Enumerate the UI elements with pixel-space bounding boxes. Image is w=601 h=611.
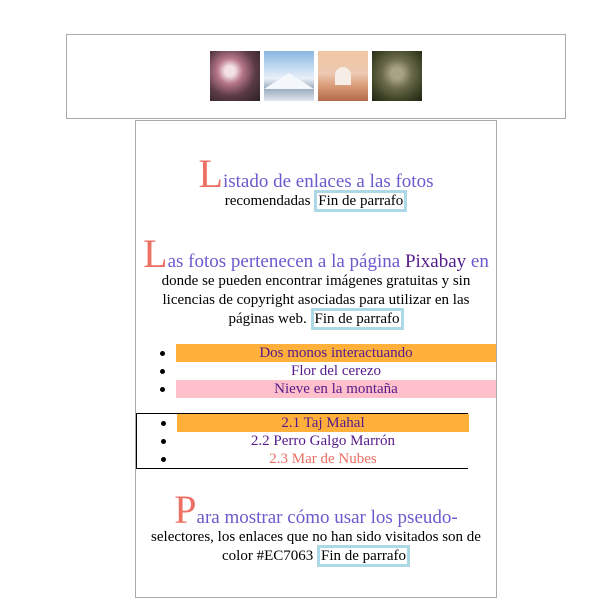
image-gallery bbox=[66, 34, 566, 119]
bullet-icon bbox=[160, 351, 165, 356]
end-of-paragraph-marker: Fin de parrafo bbox=[310, 308, 404, 330]
nested-photo-links-list: 2.1 Taj Mahal 2.2 Perro Galgo Marrón 2.3… bbox=[136, 413, 469, 469]
pseudo-selectors-heading: Para mostrar cómo usar los pseudo- bbox=[174, 487, 458, 532]
bullet-icon bbox=[161, 457, 166, 462]
list-item: Flor del cerezo bbox=[136, 362, 496, 380]
bullet-icon bbox=[160, 369, 165, 374]
pixabay-paragraph: Las fotos pertenecen a la página Pixabay… bbox=[137, 231, 495, 330]
content-panel: Listado de enlaces a las fotos recomenda… bbox=[135, 120, 497, 598]
snowy-mountain-photo[interactable] bbox=[264, 51, 314, 101]
links-paragraph: Listado de enlaces a las fotos recomenda… bbox=[137, 151, 495, 212]
drop-cap: P bbox=[174, 487, 197, 532]
list-item: Nieve en la montaña bbox=[136, 380, 496, 398]
photo-link[interactable]: Nieve en la montaña bbox=[176, 380, 496, 398]
photo-link[interactable]: 2.1 Taj Mahal bbox=[177, 414, 469, 432]
links-heading: Listado de enlaces a las fotos bbox=[198, 151, 434, 196]
photo-link[interactable]: Flor del cerezo bbox=[176, 362, 496, 380]
pixabay-heading: Las fotos pertenecen a la página Pixabay… bbox=[143, 231, 489, 276]
list-item: Dos monos interactuando bbox=[136, 344, 496, 362]
pseudo-selectors-paragraph: Para mostrar cómo usar los pseudo- selec… bbox=[137, 487, 495, 567]
drop-cap: L bbox=[198, 151, 223, 196]
bullet-icon bbox=[161, 439, 166, 444]
monkeys-photo[interactable] bbox=[372, 51, 422, 101]
pixabay-link[interactable]: Pixabay bbox=[405, 251, 466, 272]
drop-cap: L bbox=[143, 231, 168, 276]
paragraph-text: selectores, los enlaces que no han sido … bbox=[151, 529, 481, 564]
bullet-icon bbox=[160, 387, 165, 392]
list-item: 2.2 Perro Galgo Marrón bbox=[137, 432, 469, 450]
paragraph-text: recomendadas bbox=[224, 193, 311, 209]
end-of-paragraph-marker: Fin de parrafo bbox=[317, 545, 410, 567]
list-item: 2.3 Mar de Nubes bbox=[137, 450, 469, 468]
bullet-icon bbox=[161, 421, 166, 426]
cherry-blossom-photo[interactable] bbox=[210, 51, 260, 101]
photo-link[interactable]: 2.3 Mar de Nubes bbox=[177, 450, 469, 468]
end-of-paragraph-marker: Fin de parrafo bbox=[314, 190, 408, 212]
photo-link[interactable]: Dos monos interactuando bbox=[176, 344, 496, 362]
list-item: 2.1 Taj Mahal bbox=[137, 414, 469, 432]
photo-link[interactable]: 2.2 Perro Galgo Marrón bbox=[177, 432, 469, 450]
taj-mahal-photo[interactable] bbox=[318, 51, 368, 101]
photo-links-list: Dos monos interactuando Flor del cerezo … bbox=[136, 344, 496, 398]
